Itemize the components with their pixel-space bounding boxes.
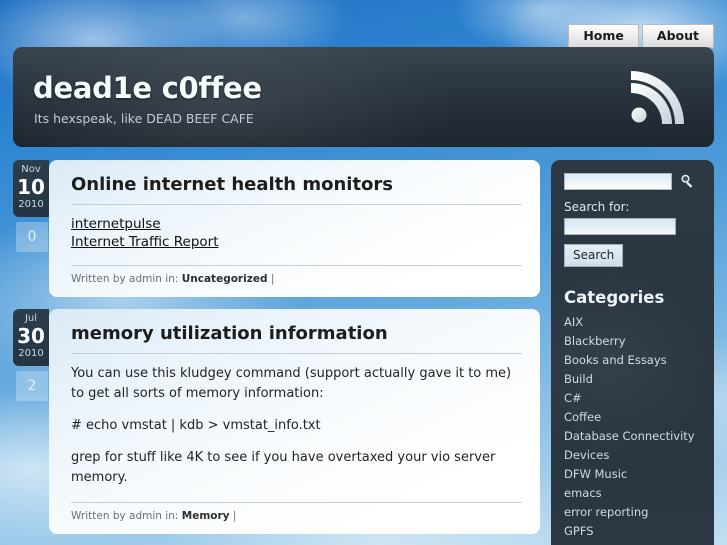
search-button[interactable]: Search [564,244,624,267]
site-title: dead1e c0ffee [33,71,262,105]
top-navigation: Home About [568,24,714,48]
nav-item-about[interactable]: About [641,24,714,48]
category-link-devices[interactable]: Devices [564,448,701,463]
nav-item-home[interactable]: Home [568,24,639,48]
post-title[interactable]: memory utilization information [71,323,522,345]
post-card: Online internet health monitors internet… [49,160,540,297]
post-code-line: # echo vmstat | kdb > vmstat_info.txt [71,418,321,433]
category-link-database-connectivity[interactable]: Database Connectivity [564,429,701,444]
category-link-csharp[interactable]: C# [564,391,701,406]
post-date-day: 30 [17,324,45,348]
post-link-internetpulse[interactable]: internetpulse [71,215,522,233]
list-item: Build [564,372,701,387]
category-link-dfw-music[interactable]: DFW Music [564,467,701,482]
list-item: Database Connectivity [564,429,701,444]
post-card: memory utilization information You can u… [49,309,540,534]
list-item: GPFS [564,524,701,539]
list-item: AIX [564,315,701,330]
magnifier-icon[interactable] [678,172,696,190]
post-comment-count[interactable]: 2 [16,371,48,401]
sidebar: Search for: Search Categories AIX Blackb… [551,160,714,545]
categories-list: AIX Blackberry Books and Essays Build C#… [564,315,701,539]
categories-heading: Categories [564,288,665,307]
list-item: Books and Essays [564,353,701,368]
list-item: C# [564,391,701,406]
list-item: Blackberry [564,334,701,349]
post-meta: Written by admin in: Memory | [71,502,522,522]
list-item: DFW Music [564,467,701,482]
list-item: Coffee [564,410,701,425]
search-input[interactable] [564,218,676,235]
post-item: Nov 10 2010 0 Online internet health mon… [13,160,540,297]
category-link-emacs[interactable]: emacs [564,486,701,501]
list-item: Devices [564,448,701,463]
post-date-year: 2010 [18,348,44,359]
category-link-coffee[interactable]: Coffee [564,410,701,425]
post-date-day: 10 [17,175,45,199]
rss-feed-icon[interactable] [623,65,693,129]
category-link-build[interactable]: Build [564,372,701,387]
post-list: Nov 10 2010 0 Online internet health mon… [13,160,540,545]
post-meta-prefix: Written by admin in: [71,273,179,285]
post-meta-category[interactable]: Memory [182,510,230,522]
category-link-books-and-essays[interactable]: Books and Essays [564,353,701,368]
sidebar-search-row [564,172,701,190]
search-label: Search for: [564,200,630,214]
post-date-badge: Jul 30 2010 [13,309,49,366]
post-item: Jul 30 2010 2 memory utilization informa… [13,309,540,534]
post-date-badge: Nov 10 2010 [13,160,49,217]
post-meta-suffix: | [232,510,237,522]
post-body: You can use this kludgey command (suppor… [71,364,522,488]
post-title[interactable]: Online internet health monitors [71,174,522,196]
search-input-top[interactable] [564,172,672,190]
category-link-gpfs[interactable]: GPFS [564,524,701,539]
category-link-error-reporting[interactable]: error reporting [564,505,701,520]
site-header: dead1e c0ffee Its hexspeak, like DEAD BE… [13,47,714,147]
post-paragraph: grep for stuff like 4K to see if you hav… [71,450,496,485]
post-link-internet-traffic-report[interactable]: Internet Traffic Report [71,233,522,251]
post-comment-count[interactable]: 0 [16,222,48,252]
list-item: emacs [564,486,701,501]
post-meta-suffix: | [270,273,275,285]
post-paragraph: You can use this kludgey command (suppor… [71,366,512,401]
category-link-blackberry[interactable]: Blackberry [564,334,701,349]
category-link-aix[interactable]: AIX [564,315,701,330]
list-item: error reporting [564,505,701,520]
post-meta-category[interactable]: Uncategorized [182,273,268,285]
post-meta-prefix: Written by admin in: [71,510,179,522]
site-description: Its hexspeak, like DEAD BEEF CAFE [34,111,254,126]
post-meta: Written by admin in: Uncategorized | [71,265,522,285]
post-date-year: 2010 [18,199,44,210]
post-body: internetpulse Internet Traffic Report [71,215,522,251]
post-title-divider [71,204,522,205]
post-title-divider [71,353,522,354]
